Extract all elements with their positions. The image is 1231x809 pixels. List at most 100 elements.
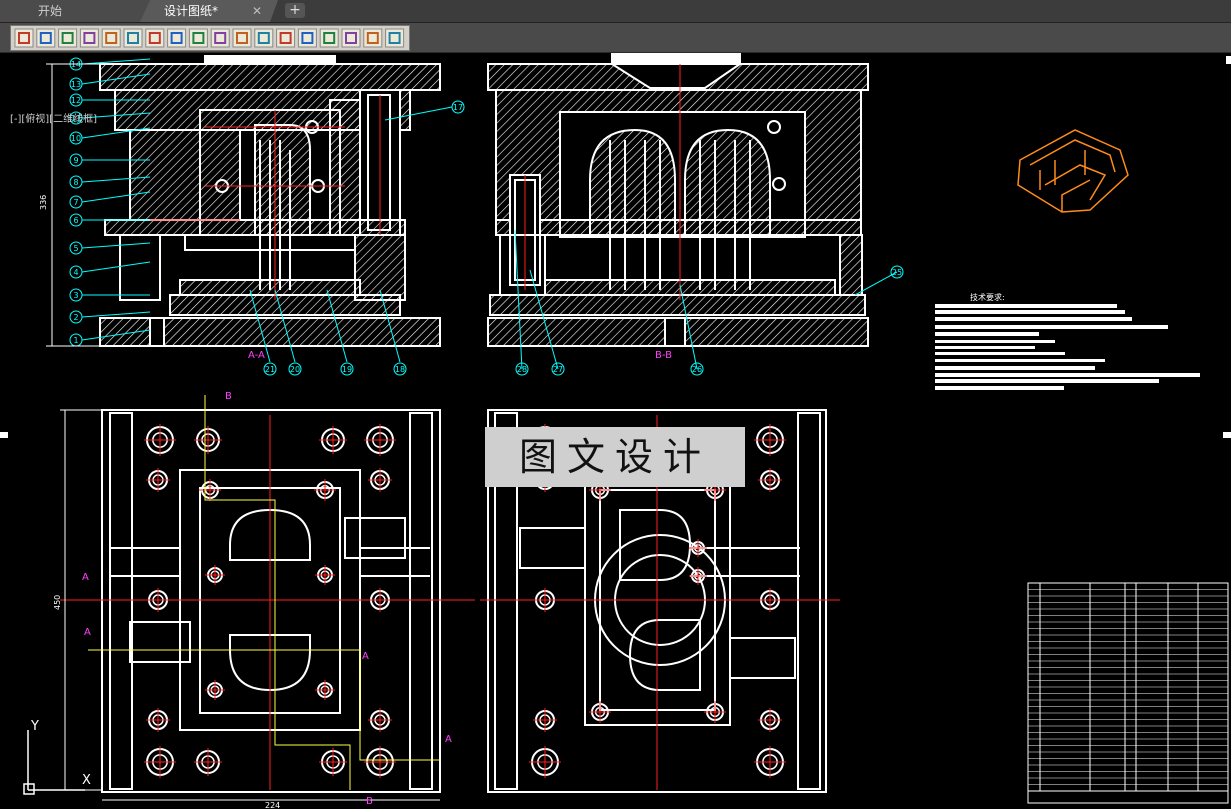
marker-a-right: A	[362, 651, 369, 662]
bolt-hole	[319, 748, 347, 776]
clamp-icon[interactable]	[385, 28, 405, 48]
svg-text:8: 8	[73, 178, 78, 187]
bolt-hole	[364, 424, 396, 456]
bolt-hole	[205, 680, 225, 700]
svg-text:17: 17	[453, 103, 463, 112]
bolt-hole	[144, 746, 176, 778]
svg-text:25: 25	[892, 268, 902, 277]
library-icon[interactable]	[14, 28, 34, 48]
shaft-icon[interactable]	[36, 28, 56, 48]
key-icon[interactable]	[167, 28, 187, 48]
nut-icon[interactable]	[188, 28, 208, 48]
tab-design-drawing[interactable]: 设计图纸* ✕	[140, 0, 278, 22]
bolt-hole	[368, 708, 392, 732]
close-icon[interactable]: ✕	[252, 0, 262, 22]
ucs-icon: Y X	[23, 719, 91, 795]
section-label-aa: A-A	[248, 350, 265, 361]
bolt-hole	[194, 748, 222, 776]
bolt-hole	[319, 426, 347, 454]
bolt-hole	[529, 746, 561, 778]
toolbar	[0, 23, 1231, 53]
svg-text:7: 7	[73, 198, 78, 207]
frame-icon[interactable]	[276, 28, 296, 48]
bolt-hole	[754, 746, 786, 778]
drawing-canvas[interactable]: 1 2 3 4 5 6 7 8 9 10 11 12 13 14 21 20 19 18 17 336 A-A	[0, 53, 1231, 809]
callout-5: 5	[69, 241, 151, 255]
bolt-hole	[533, 708, 557, 732]
svg-text:18: 18	[395, 365, 405, 374]
bolt-hole	[144, 424, 176, 456]
bolt-hole	[754, 424, 786, 456]
svg-text:13: 13	[71, 80, 81, 89]
centerlines-plan-left	[60, 415, 475, 790]
dimension-450	[60, 409, 440, 801]
gear-icon[interactable]	[101, 28, 121, 48]
bolt-hole	[689, 567, 707, 585]
pin-icon[interactable]	[145, 28, 165, 48]
bolt-hole	[315, 680, 335, 700]
bolt-hole	[194, 426, 222, 454]
dim-height-left: 336	[39, 195, 48, 210]
bolt-hole	[368, 468, 392, 492]
marker-b-bottom: B	[366, 796, 373, 807]
tab-bar: 开始 设计图纸* ✕ +	[0, 0, 1231, 23]
iso-view	[1017, 129, 1129, 213]
svg-text:28: 28	[517, 365, 527, 374]
toolbar-icon-strip	[10, 25, 410, 51]
section-view-aa	[99, 55, 441, 347]
bolt-hole	[315, 565, 335, 585]
callout-4: 4	[69, 261, 151, 279]
svg-text:26: 26	[692, 365, 702, 374]
tab-label: 设计图纸*	[164, 4, 219, 18]
bolt-hole	[199, 479, 221, 501]
hole-icon[interactable]	[341, 28, 361, 48]
svg-text:X: X	[82, 773, 91, 788]
bolt-icon[interactable]	[363, 28, 383, 48]
marker-a-bottom: A	[445, 734, 452, 745]
svg-text:1: 1	[73, 336, 78, 345]
bolt-hole	[364, 746, 396, 778]
dim-height-plan: 450	[53, 595, 62, 610]
tab-label: 开始	[38, 4, 63, 18]
svg-text:3: 3	[73, 291, 78, 300]
svg-text:12: 12	[71, 96, 81, 105]
toolbar-icons	[14, 28, 405, 48]
section-view-bb	[487, 53, 869, 347]
bolt-hole	[205, 565, 225, 585]
svg-text:5: 5	[73, 244, 78, 253]
svg-text:19: 19	[342, 365, 352, 374]
new-tab-button[interactable]: +	[285, 3, 305, 18]
washer-icon[interactable]	[210, 28, 230, 48]
bolt-hole	[704, 701, 726, 723]
dim-width-bottom: 224	[265, 801, 280, 809]
rivet-icon[interactable]	[232, 28, 252, 48]
bolt-hole	[146, 468, 170, 492]
bom-table	[1027, 582, 1229, 804]
svg-text:Y: Y	[30, 719, 39, 734]
tech-req-title: 技术要求:	[970, 292, 1005, 302]
section-label-bb: B-B	[655, 350, 672, 361]
bolt-hole	[314, 479, 336, 501]
viewport-label[interactable]: [-][俯视][二维线框]	[10, 110, 97, 125]
svg-text:20: 20	[290, 365, 300, 374]
bearing-icon[interactable]	[58, 28, 78, 48]
watermark: 图文设计	[485, 427, 745, 487]
svg-text:4: 4	[73, 268, 78, 277]
beam-icon[interactable]	[297, 28, 317, 48]
marker-a-left-2: A	[84, 627, 91, 638]
weld-icon[interactable]	[319, 28, 339, 48]
tab-start[interactable]: 开始	[0, 0, 150, 22]
spring-icon[interactable]	[79, 28, 99, 48]
svg-text:10: 10	[71, 134, 81, 143]
marker-a-left: A	[82, 572, 89, 583]
technical-requirements: 技术要求:	[935, 292, 1200, 390]
bolt-hole	[758, 708, 782, 732]
svg-text:9: 9	[73, 156, 78, 165]
bolt-hole	[589, 701, 611, 723]
screw-icon[interactable]	[123, 28, 143, 48]
bolt-hole	[689, 539, 707, 557]
profile-icon[interactable]	[254, 28, 274, 48]
bolt-hole	[758, 468, 782, 492]
bolt-hole	[146, 708, 170, 732]
svg-text:27: 27	[553, 365, 563, 374]
